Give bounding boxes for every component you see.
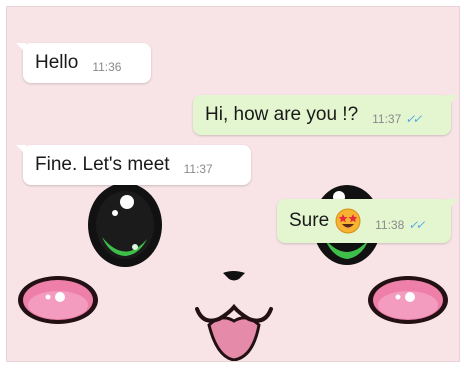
star-struck-emoji-icon [335,208,361,234]
message-time: 11:37 [183,162,213,176]
left-eye [88,183,162,267]
left-cheek [18,276,98,324]
message-text: Hello [35,52,79,73]
message-time: 11:37 [372,112,402,126]
message-bubble-outgoing[interactable]: Sure 11:38 ✓✓ [277,199,458,243]
double-check-icon: ✓✓ [408,218,425,232]
nose [223,271,245,281]
message-bubble-incoming[interactable]: Hello 11:36 [16,43,151,83]
message-bubble-outgoing[interactable]: Hi, how are you !? 11:37 ✓✓ [193,95,458,135]
right-cheek [368,276,448,324]
message-text: Hi, how are you !? [205,104,359,125]
chat-window: Hello 11:36 Hi, how are you !? 11:37 ✓✓ … [6,6,460,362]
message-text: Sure [289,210,330,231]
message-text: Fine. Let's meet [35,154,170,175]
message-bubble-incoming[interactable]: Fine. Let's meet 11:37 [16,145,251,185]
mouth [195,303,273,361]
message-time: 11:38 [375,218,405,232]
message-time: 11:36 [92,60,122,74]
double-check-icon: ✓✓ [405,112,422,126]
